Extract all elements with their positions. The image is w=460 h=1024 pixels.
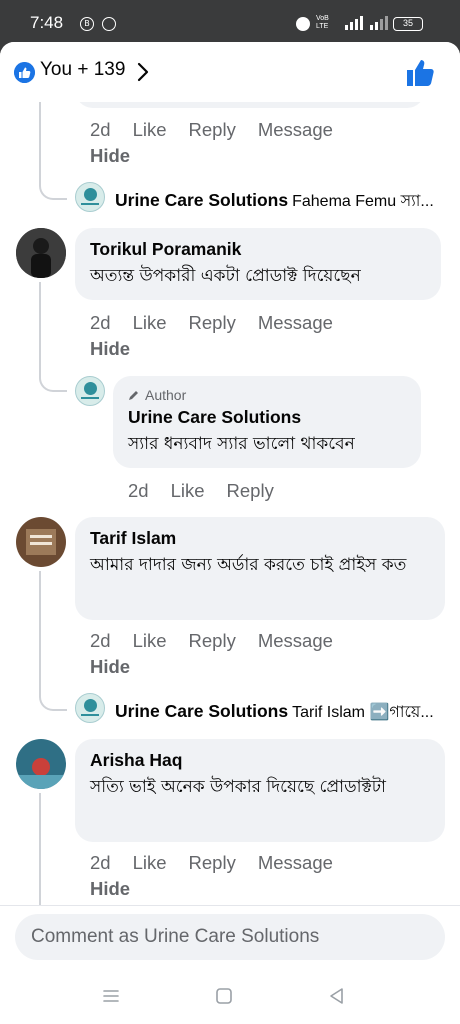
back-icon[interactable] bbox=[327, 986, 347, 1006]
reply-bubble: Author Urine Care Solutions স্যার ধন্যবা… bbox=[113, 376, 421, 468]
comment-bubble: Arisha Haq সত্যি ভাই অনেক উপকার দিয়েছে … bbox=[75, 739, 445, 842]
like-link[interactable]: Like bbox=[133, 312, 167, 333]
network-label-bottom: LTE bbox=[316, 23, 329, 30]
page-avatar[interactable] bbox=[75, 182, 105, 212]
reply-preview-name: Urine Care Solutions bbox=[115, 701, 289, 721]
reply-preview-text: Tarif Islam ➡️গায়ে... bbox=[292, 704, 434, 721]
comment-time: 2d bbox=[90, 852, 111, 873]
author-badge: Author bbox=[128, 386, 406, 404]
system-navigation-bar bbox=[0, 968, 460, 1024]
avatar-image bbox=[16, 517, 66, 567]
network-type-label: VoB LTE bbox=[316, 15, 329, 31]
reply-preview[interactable]: Urine Care Solutions Tarif Islam ➡️গায়ে.… bbox=[115, 699, 445, 726]
comment-time: 2d bbox=[90, 630, 111, 651]
reply-time: 2d bbox=[128, 480, 149, 501]
hide-link[interactable]: Hide bbox=[90, 656, 130, 678]
status-bar: 7:48 B VoB LTE 35 bbox=[0, 0, 460, 42]
network-label-top: VoB bbox=[316, 15, 329, 22]
like-link[interactable]: Like bbox=[171, 480, 205, 501]
comment-text: অত্যন্ত উপকারী একটা প্রোডাক্ট দিয়েছেন bbox=[90, 266, 361, 286]
comment-actions: 2d Like Reply Message bbox=[90, 630, 355, 652]
reply-actions: 2d Like Reply bbox=[128, 480, 296, 502]
message-link[interactable]: Message bbox=[258, 312, 333, 333]
hide-link[interactable]: Hide bbox=[90, 878, 130, 900]
like-link[interactable]: Like bbox=[133, 630, 167, 651]
comment-time: 2d bbox=[90, 312, 111, 333]
reply-preview[interactable]: Urine Care Solutions Fahema Femu স্যা... bbox=[115, 188, 445, 215]
comment-bubble: Torikul Poramanik অত্যন্ত উপকারী একটা প্… bbox=[75, 228, 441, 300]
battery-icon: 35 bbox=[393, 17, 423, 31]
message-link[interactable]: Message bbox=[258, 852, 333, 873]
like-thumb-button[interactable] bbox=[404, 57, 436, 89]
comment-actions: 2d Like Reply Message bbox=[90, 119, 355, 141]
chevron-right-icon[interactable] bbox=[134, 60, 152, 84]
like-link[interactable]: Like bbox=[133, 852, 167, 873]
hide-link[interactable]: Hide bbox=[90, 338, 130, 360]
thread-line bbox=[39, 793, 41, 905]
thread-connector bbox=[39, 370, 67, 392]
reply-link[interactable]: Reply bbox=[189, 119, 236, 140]
comment-author-name[interactable]: Arisha Haq bbox=[90, 749, 430, 771]
comment-time: 2d bbox=[90, 119, 111, 140]
reply-preview-name: Urine Care Solutions bbox=[115, 190, 289, 210]
comment-input[interactable] bbox=[15, 914, 445, 960]
avatar[interactable] bbox=[16, 517, 66, 567]
reply-link[interactable]: Reply bbox=[189, 852, 236, 873]
comment-composer-area bbox=[0, 905, 460, 968]
reactors-summary[interactable]: You + 139 bbox=[40, 59, 125, 81]
avatar-person-image bbox=[16, 228, 66, 278]
signal-icon bbox=[345, 16, 363, 30]
thread-line bbox=[39, 282, 41, 372]
comment-bubble: Tarif Islam আমার দাদার জন্য অর্ডার করতে … bbox=[75, 517, 445, 620]
reply-link[interactable]: Reply bbox=[227, 480, 274, 501]
comment-actions: 2d Like Reply Message bbox=[90, 312, 355, 334]
hide-link[interactable]: Hide bbox=[90, 145, 130, 167]
thread-connector bbox=[39, 180, 67, 200]
comment-actions: 2d Like Reply Message bbox=[90, 852, 355, 874]
reply-text: স্যার ধন্যবাদ স্যার ভালো থাকবেন bbox=[128, 434, 355, 454]
avatar[interactable] bbox=[16, 228, 66, 278]
recent-apps-icon[interactable] bbox=[101, 986, 121, 1006]
comments-sheet: 2d Like Reply Message Hide Urine Care Solut… bbox=[0, 42, 460, 968]
thread-line bbox=[39, 571, 41, 693]
bluetooth-notification-icon: B bbox=[80, 17, 94, 31]
status-time: 7:48 bbox=[30, 13, 64, 32]
comment-author-name[interactable]: Torikul Poramanik bbox=[90, 238, 426, 260]
page-avatar[interactable] bbox=[75, 376, 105, 406]
reply-link[interactable]: Reply bbox=[189, 630, 236, 651]
page-avatar[interactable] bbox=[75, 693, 105, 723]
signal-icon-sim2 bbox=[370, 16, 388, 30]
reply-preview-text: Fahema Femu স্যা... bbox=[292, 193, 434, 210]
message-link[interactable]: Message bbox=[258, 630, 333, 651]
reactions-header: You + 139 bbox=[0, 42, 460, 102]
message-link[interactable]: Message bbox=[258, 119, 333, 140]
messenger-notification-icon bbox=[102, 17, 116, 31]
comment-text: সত্যি ভাই অনেক উপকার দিয়েছে প্রোডাক্টটা bbox=[90, 777, 386, 797]
reply-author-name[interactable]: Urine Care Solutions bbox=[128, 406, 406, 428]
home-icon[interactable] bbox=[214, 986, 234, 1006]
like-link[interactable]: Like bbox=[133, 119, 167, 140]
avatar-image bbox=[16, 739, 66, 789]
like-reaction-icon bbox=[14, 62, 35, 83]
reply-link[interactable]: Reply bbox=[189, 312, 236, 333]
thread-connector bbox=[39, 691, 67, 711]
comment-thread: 2d Like Reply Message Hide Urine Care Solut… bbox=[0, 42, 460, 968]
comment-text: আমার দাদার জন্য অর্ডার করতে চাই প্রাইস ক… bbox=[90, 555, 407, 575]
author-badge-label: Author bbox=[145, 387, 187, 403]
avatar[interactable] bbox=[16, 739, 66, 789]
comment-author-name[interactable]: Tarif Islam bbox=[90, 527, 430, 549]
thread-line bbox=[39, 102, 41, 182]
pencil-icon bbox=[129, 391, 138, 400]
alarm-icon bbox=[296, 17, 310, 31]
